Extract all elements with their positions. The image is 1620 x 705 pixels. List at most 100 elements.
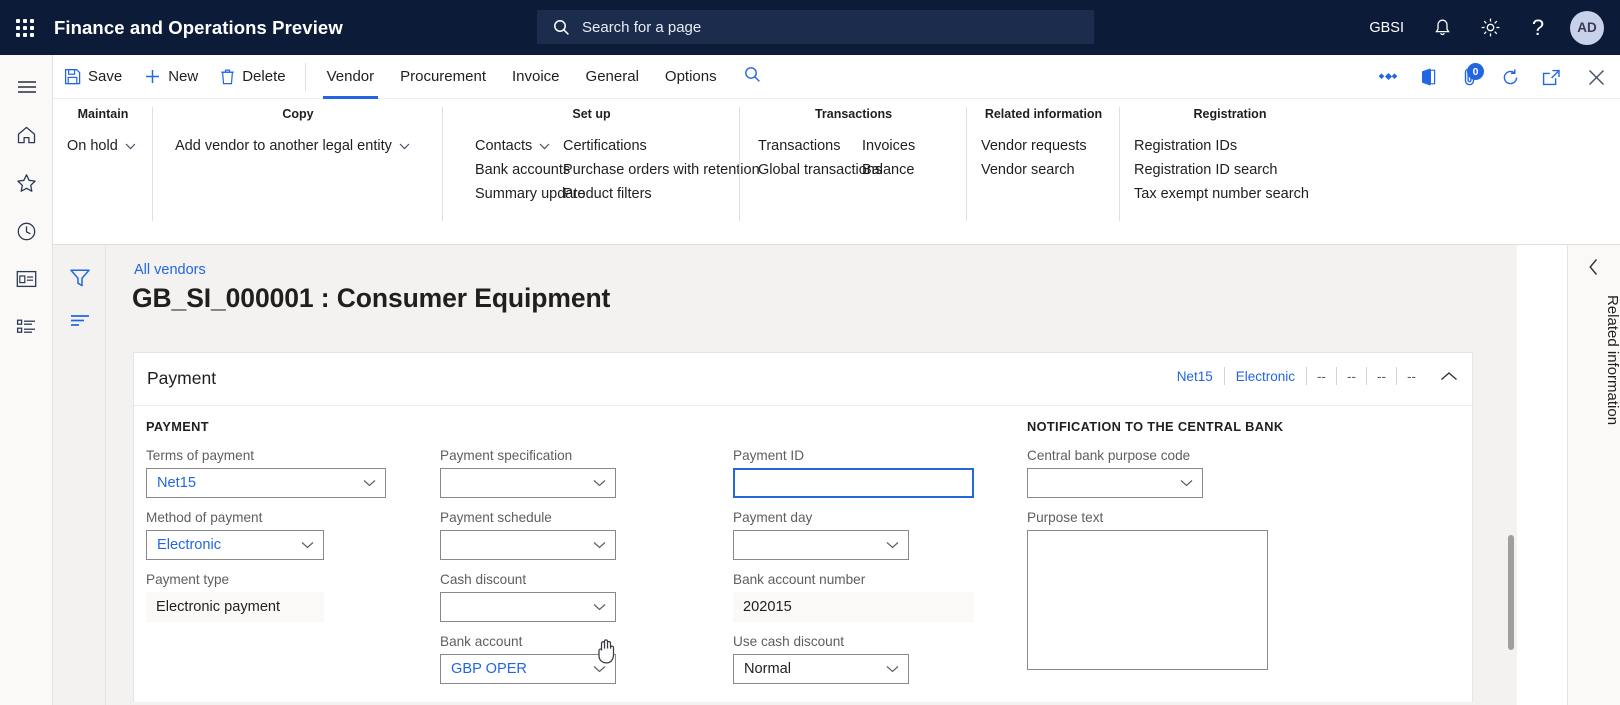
command-bar-divider bbox=[304, 62, 306, 91]
field-label: Bank account number bbox=[733, 572, 866, 587]
purpose-text-textarea[interactable] bbox=[1027, 530, 1268, 670]
tab-invoice[interactable]: Invoice bbox=[499, 55, 573, 99]
method-of-payment-combobox[interactable]: Electronic bbox=[146, 530, 324, 560]
field-label: Payment schedule bbox=[440, 510, 552, 525]
terms-of-payment-combobox[interactable]: Net15 bbox=[146, 468, 386, 498]
bank-account-combobox[interactable]: GBP OPER bbox=[440, 654, 616, 684]
ribbon-item-bank-accounts[interactable]: Bank accounts bbox=[475, 158, 570, 182]
question-mark-icon[interactable]: ? bbox=[1514, 0, 1562, 55]
refresh-icon[interactable] bbox=[1490, 55, 1531, 99]
app-title: Finance and Operations Preview bbox=[54, 16, 343, 38]
clock-icon[interactable] bbox=[0, 207, 53, 255]
payment-type-value: Electronic payment bbox=[146, 592, 324, 622]
save-button[interactable]: Save bbox=[53, 55, 133, 99]
ribbon-item-certifications[interactable]: Certifications bbox=[563, 134, 760, 158]
field-value: Electronic bbox=[157, 537, 222, 553]
delete-button[interactable]: Delete bbox=[209, 55, 296, 99]
summary-method-of-payment[interactable]: Electronic bbox=[1225, 369, 1306, 384]
global-search-input[interactable]: Search for a page bbox=[537, 10, 1094, 44]
summary-terms-of-payment[interactable]: Net15 bbox=[1166, 369, 1224, 384]
tab-general[interactable]: General bbox=[573, 55, 652, 99]
gear-icon[interactable] bbox=[1466, 0, 1514, 55]
chevron-up-icon[interactable] bbox=[1440, 371, 1458, 382]
ribbon-item-registration-id-search[interactable]: Registration ID search bbox=[1134, 158, 1309, 182]
form-column-2: Payment specification Payment schedule C… bbox=[440, 419, 640, 695]
ribbon-group-title: Copy bbox=[282, 107, 314, 121]
bell-icon[interactable] bbox=[1418, 0, 1466, 55]
field-bank-account: Bank account GBP OPER bbox=[440, 633, 640, 684]
tab-invoice-label: Invoice bbox=[512, 68, 560, 85]
ribbon-item-invoices[interactable]: Invoices bbox=[862, 134, 915, 158]
section-header-payment: PAYMENT bbox=[146, 419, 209, 434]
command-bar: Save New Delete Vendor Procurement Invoi… bbox=[53, 55, 1620, 99]
field-value: Electronic payment bbox=[156, 599, 281, 615]
ribbon-item-product-filters[interactable]: Product filters bbox=[563, 182, 760, 206]
summary-field-6: -- bbox=[1407, 368, 1416, 384]
left-navigation-rail bbox=[0, 55, 53, 705]
waffle-grid-icon[interactable] bbox=[14, 17, 36, 39]
form-column-central-bank: NOTIFICATION TO THE CENTRAL BANK Central… bbox=[1027, 419, 1327, 681]
ribbon-item-transactions[interactable]: Transactions bbox=[758, 134, 862, 158]
ribbon-group-title: Registration bbox=[1193, 107, 1267, 121]
cash-discount-combobox[interactable] bbox=[440, 592, 616, 622]
company-selector[interactable]: GBSI bbox=[1355, 0, 1418, 55]
use-cash-discount-combobox[interactable]: Normal bbox=[733, 654, 909, 684]
ribbon-group-transactions: Transactions Transactions Global transac… bbox=[740, 107, 967, 225]
office-app-icon[interactable] bbox=[1408, 55, 1449, 99]
ribbon-item-contacts[interactable]: Contacts bbox=[475, 134, 550, 158]
close-icon[interactable] bbox=[1572, 55, 1620, 99]
breadcrumb[interactable]: All vendors bbox=[134, 262, 206, 278]
star-icon[interactable] bbox=[0, 159, 53, 207]
ribbon-item-add-vendor-to-another-legal-entity[interactable]: Add vendor to another legal entity bbox=[175, 134, 410, 158]
avatar[interactable]: AD bbox=[1570, 10, 1604, 45]
hamburger-icon[interactable] bbox=[0, 63, 53, 111]
related-information-label[interactable]: Related information bbox=[1568, 295, 1620, 425]
search-icon bbox=[553, 19, 570, 36]
payment-fasttab-title: Payment bbox=[147, 368, 217, 388]
ribbon-item-vendor-requests[interactable]: Vendor requests bbox=[981, 134, 1087, 158]
collapse-action-pane-button[interactable] bbox=[1459, 245, 1481, 247]
content-vertical-scrollbar[interactable] bbox=[1508, 535, 1514, 650]
central-bank-purpose-code-combobox[interactable] bbox=[1027, 468, 1203, 498]
form-column-payment: PAYMENT Terms of payment Net15 Method of… bbox=[146, 419, 411, 633]
field-payment-specification: Payment specification bbox=[440, 447, 640, 498]
tab-procurement[interactable]: Procurement bbox=[387, 55, 499, 99]
chevron-left-icon[interactable] bbox=[1568, 245, 1620, 289]
home-icon[interactable] bbox=[0, 111, 53, 159]
payment-specification-combobox[interactable] bbox=[440, 468, 616, 498]
page-title: GB_SI_000001 : Consumer Equipment bbox=[132, 283, 611, 313]
field-label: Central bank purpose code bbox=[1027, 448, 1191, 463]
new-button[interactable]: New bbox=[133, 55, 209, 99]
payment-id-input[interactable] bbox=[733, 468, 974, 498]
open-in-new-window-icon[interactable] bbox=[1531, 55, 1572, 99]
ribbon-item-tax-exempt-number-search[interactable]: Tax exempt number search bbox=[1134, 182, 1309, 206]
ribbon-item-purchase-orders-with-retention[interactable]: Purchase orders with retention bbox=[563, 158, 760, 182]
funnel-filter-icon[interactable] bbox=[53, 257, 106, 299]
payment-fasttab-header[interactable]: Payment Net15 Electronic -- -- -- -- bbox=[134, 353, 1472, 406]
chevron-down-icon bbox=[593, 593, 606, 621]
attachments-icon[interactable]: 0 bbox=[1449, 55, 1490, 99]
payment-schedule-combobox[interactable] bbox=[440, 530, 616, 560]
payment-day-combobox[interactable] bbox=[733, 530, 909, 560]
workspace-icon[interactable] bbox=[0, 255, 53, 303]
field-label: Payment ID bbox=[733, 448, 805, 463]
tab-vendor[interactable]: Vendor bbox=[314, 55, 388, 99]
related-information-pane: Related information bbox=[1567, 245, 1620, 705]
trash-icon bbox=[220, 68, 235, 85]
ribbon-item-on-hold[interactable]: On hold bbox=[67, 134, 136, 158]
ribbon-item-summary-update[interactable]: Summary update bbox=[475, 182, 585, 206]
field-terms-of-payment: Terms of payment Net15 bbox=[146, 447, 411, 498]
command-bar-right-group: 0 bbox=[1367, 55, 1620, 99]
ribbon-item-balance[interactable]: Balance bbox=[862, 158, 915, 182]
filter-lines-icon[interactable] bbox=[53, 299, 106, 341]
ribbon-group-title: Set up bbox=[572, 107, 611, 121]
ribbon-item-global-transactions[interactable]: Global transactions bbox=[758, 158, 882, 182]
ribbon-item-vendor-search[interactable]: Vendor search bbox=[981, 158, 1087, 182]
command-bar-search-button[interactable] bbox=[730, 55, 775, 99]
tab-options[interactable]: Options bbox=[652, 55, 730, 99]
list-icon[interactable] bbox=[0, 303, 53, 351]
personalize-icon[interactable] bbox=[1367, 55, 1408, 99]
ribbon-group-title: Transactions bbox=[814, 107, 893, 121]
ribbon-item-registration-ids[interactable]: Registration IDs bbox=[1134, 134, 1309, 158]
summary-field-4: -- bbox=[1347, 368, 1356, 384]
